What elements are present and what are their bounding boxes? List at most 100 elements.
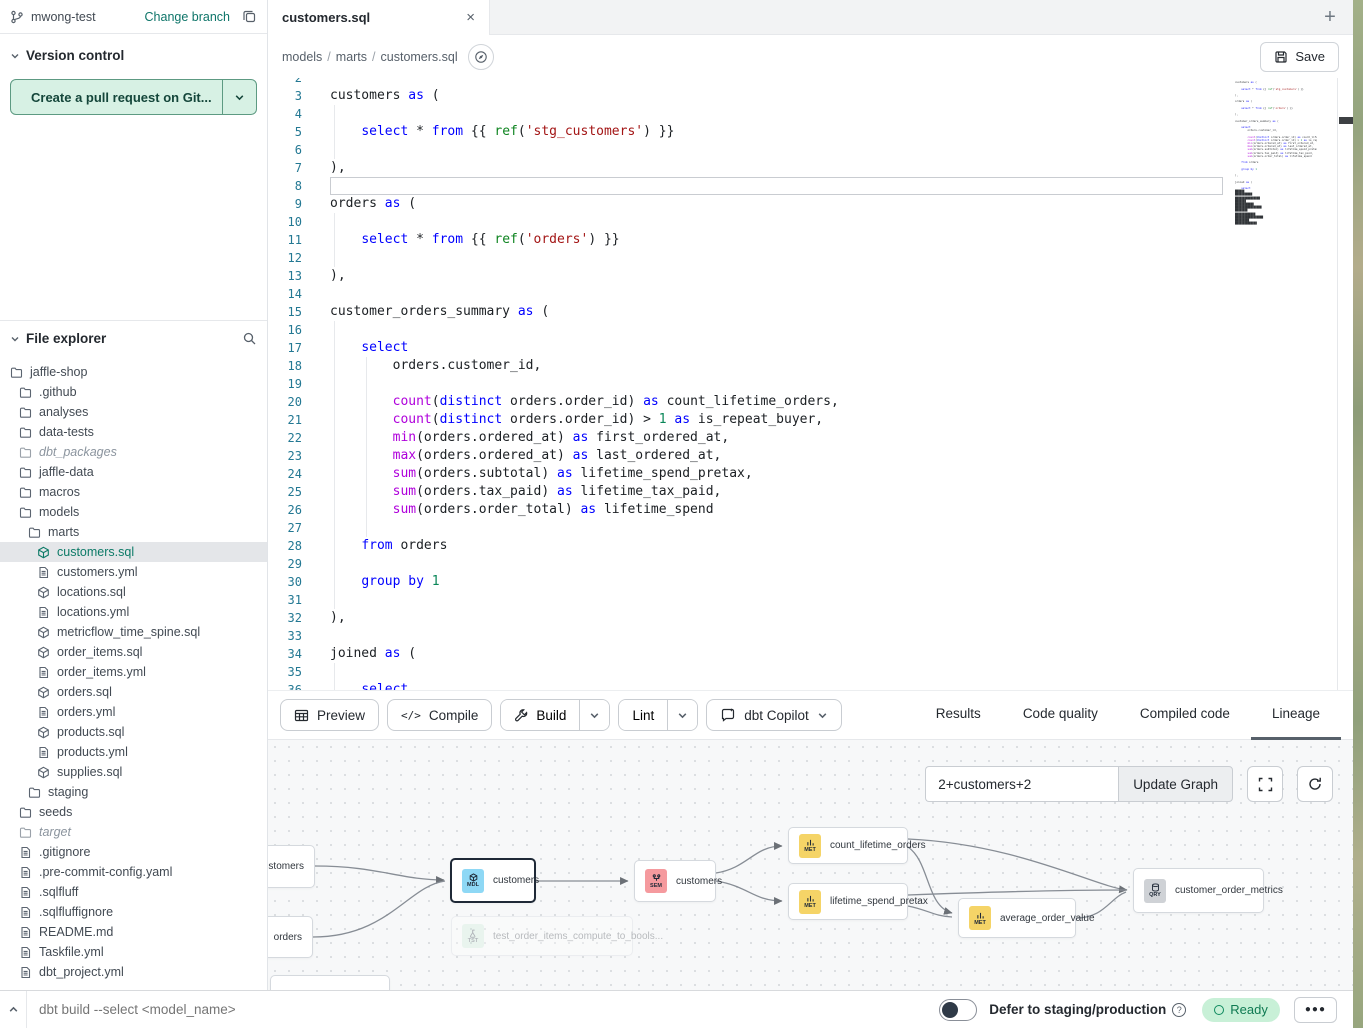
file-tree-item-dbt-packages[interactable]: dbt_packages	[0, 442, 267, 462]
code-line-33[interactable]: 33	[268, 627, 1353, 645]
file-tree-item-jaffle-data[interactable]: jaffle-data	[0, 462, 267, 482]
code-line-3[interactable]: 3customers as (	[268, 87, 1353, 105]
save-button[interactable]: Save	[1260, 42, 1339, 72]
file-tree-item-metricflow-time-spine-sql[interactable]: metricflow_time_spine.sql	[0, 622, 267, 642]
code-line-29[interactable]: 29	[268, 555, 1353, 573]
file-tree-item-macros[interactable]: macros	[0, 482, 267, 502]
code-line-21[interactable]: 21 count(distinct orders.order_id) > 1 a…	[268, 411, 1353, 429]
file-tree-item-marts[interactable]: marts	[0, 522, 267, 542]
file-tree-item-locations-yml[interactable]: locations.yml	[0, 602, 267, 622]
lineage-selector-input[interactable]	[925, 766, 1118, 802]
close-icon[interactable]: ×	[466, 9, 475, 26]
code-line-17[interactable]: 17 select	[268, 339, 1353, 357]
file-tree-item--gitignore[interactable]: .gitignore	[0, 842, 267, 862]
lineage-node-partial[interactable]	[270, 975, 390, 990]
code-line-15[interactable]: 15customer_orders_summary as (	[268, 303, 1353, 321]
new-tab-button[interactable]: +	[1307, 0, 1353, 34]
code-line-5[interactable]: 5 select * from {{ ref('stg_customers') …	[268, 123, 1353, 141]
code-line-27[interactable]: 27	[268, 519, 1353, 537]
file-tree-item--sqlfluffignore[interactable]: .sqlfluffignore	[0, 902, 267, 922]
refresh-icon[interactable]	[1297, 766, 1333, 802]
update-graph-button[interactable]: Update Graph	[1118, 766, 1233, 802]
code-line-25[interactable]: 25 sum(orders.tax_paid) as lifetime_tax_…	[268, 483, 1353, 501]
code-line-20[interactable]: 20 count(distinct orders.order_id) as co…	[268, 393, 1353, 411]
preview-button[interactable]: Preview	[280, 699, 379, 731]
file-tree-item-readme-md[interactable]: README.md	[0, 922, 267, 942]
file-tree-item-staging[interactable]: staging	[0, 782, 267, 802]
file-tree-item-orders-yml[interactable]: orders.yml	[0, 702, 267, 722]
code-line-22[interactable]: 22 min(orders.ordered_at) as first_order…	[268, 429, 1353, 447]
file-tree-item-order-items-yml[interactable]: order_items.yml	[0, 662, 267, 682]
code-line-34[interactable]: 34joined as (	[268, 645, 1353, 663]
code-line-4[interactable]: 4	[268, 105, 1353, 123]
editor-scrollbar[interactable]	[1337, 78, 1353, 690]
lineage-node-average-order-value[interactable]: METaverage_order_value	[958, 898, 1076, 938]
chevron-up-icon[interactable]	[0, 991, 27, 1028]
code-line-13[interactable]: 13),	[268, 267, 1353, 285]
code-line-24[interactable]: 24 sum(orders.subtotal) as lifetime_spen…	[268, 465, 1353, 483]
code-line-19[interactable]: 19	[268, 375, 1353, 393]
code-line-30[interactable]: 30 group by 1	[268, 573, 1353, 591]
help-icon[interactable]: ?	[1172, 1003, 1186, 1017]
file-tree-item-data-tests[interactable]: data-tests	[0, 422, 267, 442]
file-tree-item--sqlfluff[interactable]: .sqlfluff	[0, 882, 267, 902]
file-tree-item-customers-yml[interactable]: customers.yml	[0, 562, 267, 582]
file-tree-item-target[interactable]: target	[0, 822, 267, 842]
code-line-26[interactable]: 26 sum(orders.order_total) as lifetime_s…	[268, 501, 1353, 519]
code-line-32[interactable]: 32),	[268, 609, 1353, 627]
copy-icon[interactable]	[242, 9, 257, 24]
build-button[interactable]: Build	[501, 700, 579, 730]
tab-results[interactable]: Results	[915, 690, 1002, 740]
code-line-18[interactable]: 18 orders.customer_id,	[268, 357, 1353, 375]
lineage-node-count-lifetime-orders[interactable]: METcount_lifetime_orders	[788, 827, 908, 864]
lineage-node-stg-customers[interactable]: stg_customers	[268, 845, 315, 888]
code-line-2[interactable]: 2	[268, 78, 1353, 87]
file-tree-item-jaffle-shop[interactable]: jaffle-shop	[0, 362, 267, 382]
defer-toggle[interactable]	[939, 999, 977, 1021]
file-explorer-header[interactable]: File explorer	[0, 321, 267, 354]
editor-minimap[interactable]: customers as ( select * from {{ ref('stg…	[1235, 78, 1317, 225]
code-line-12[interactable]: 12	[268, 249, 1353, 267]
file-tree-item-supplies-sql[interactable]: supplies.sql	[0, 762, 267, 782]
create-pr-button[interactable]: Create a pull request on Git...	[11, 80, 222, 114]
code-editor[interactable]: 23customers as (45 select * from {{ ref(…	[268, 78, 1353, 690]
lineage-node-orders[interactable]: orders	[268, 916, 313, 958]
lint-caret-button[interactable]	[667, 700, 697, 730]
lint-button[interactable]: Lint	[619, 700, 667, 730]
file-tree-item-products-yml[interactable]: products.yml	[0, 742, 267, 762]
file-tree-item-models[interactable]: models	[0, 502, 267, 522]
lineage-node-customer-order-metrics[interactable]: QRYcustomer_order_metrics	[1133, 868, 1264, 913]
file-tree-item-seeds[interactable]: seeds	[0, 802, 267, 822]
build-caret-button[interactable]	[579, 700, 609, 730]
tab-compiled-code[interactable]: Compiled code	[1119, 690, 1251, 740]
fullscreen-icon[interactable]	[1247, 766, 1283, 802]
file-tree-item-analyses[interactable]: analyses	[0, 402, 267, 422]
file-tree-item-dbt-project-yml[interactable]: dbt_project.yml	[0, 962, 267, 982]
file-tree-item-orders-sql[interactable]: orders.sql	[0, 682, 267, 702]
file-tree-item--pre-commit-config-yaml[interactable]: .pre-commit-config.yaml	[0, 862, 267, 882]
lineage-node-customers[interactable]: MDLcustomers	[450, 858, 536, 903]
file-tree-item-products-sql[interactable]: products.sql	[0, 722, 267, 742]
code-line-23[interactable]: 23 max(orders.ordered_at) as last_ordere…	[268, 447, 1353, 465]
code-line-35[interactable]: 35	[268, 663, 1353, 681]
lineage-node-lifetime-spend-pretax[interactable]: METlifetime_spend_pretax	[788, 883, 908, 920]
code-line-10[interactable]: 10	[268, 213, 1353, 231]
version-control-header[interactable]: Version control	[0, 34, 267, 71]
dbt-copilot-button[interactable]: dbt Copilot	[706, 699, 842, 731]
code-line-16[interactable]: 16	[268, 321, 1353, 339]
tab-lineage[interactable]: Lineage	[1251, 690, 1341, 740]
lineage-node-customers[interactable]: SEMcustomers	[634, 860, 716, 902]
code-line-31[interactable]: 31	[268, 591, 1353, 609]
code-line-28[interactable]: 28 from orders	[268, 537, 1353, 555]
tab-code-quality[interactable]: Code quality	[1002, 690, 1119, 740]
code-line-14[interactable]: 14	[268, 285, 1353, 303]
code-line-8[interactable]: 8	[268, 177, 1353, 195]
file-tree-item-taskfile-yml[interactable]: Taskfile.yml	[0, 942, 267, 962]
code-line-6[interactable]: 6	[268, 141, 1353, 159]
code-line-7[interactable]: 7),	[268, 159, 1353, 177]
compass-icon[interactable]	[468, 44, 494, 70]
file-tree-item--github[interactable]: .github	[0, 382, 267, 402]
code-line-9[interactable]: 9orders as (	[268, 195, 1353, 213]
scrollbar-thumb[interactable]	[1339, 117, 1353, 124]
file-tree-item-order-items-sql[interactable]: order_items.sql	[0, 642, 267, 662]
